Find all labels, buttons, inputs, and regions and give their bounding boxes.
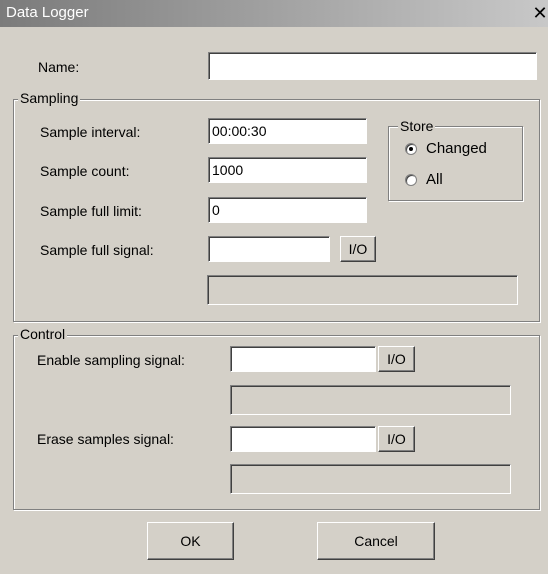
sample-full-limit-label: Sample full limit: bbox=[40, 203, 142, 219]
store-changed-label: Changed bbox=[426, 140, 487, 157]
store-all-radio[interactable] bbox=[405, 174, 417, 186]
erase-samples-signal-label: Erase samples signal: bbox=[37, 431, 174, 447]
name-input[interactable] bbox=[208, 52, 537, 80]
sample-full-signal-input[interactable] bbox=[208, 236, 330, 262]
erase-samples-signal-display bbox=[230, 464, 511, 494]
sample-count-input[interactable] bbox=[208, 157, 367, 183]
sample-full-signal-display bbox=[207, 275, 518, 305]
title-bar[interactable]: Data Logger ✕ bbox=[0, 0, 548, 27]
store-all-label: All bbox=[426, 171, 443, 188]
cancel-button[interactable]: Cancel bbox=[317, 522, 435, 560]
enable-sampling-signal-input[interactable] bbox=[230, 346, 376, 372]
window-title: Data Logger bbox=[6, 4, 89, 21]
sample-interval-label: Sample interval: bbox=[40, 124, 141, 140]
erase-samples-signal-io-button[interactable]: I/O bbox=[378, 426, 415, 452]
close-icon[interactable]: ✕ bbox=[532, 5, 548, 23]
enable-sampling-signal-io-button[interactable]: I/O bbox=[378, 346, 415, 372]
sampling-legend: Sampling bbox=[18, 90, 81, 106]
control-legend: Control bbox=[18, 326, 68, 342]
sample-count-label: Sample count: bbox=[40, 163, 130, 179]
sample-full-signal-io-button[interactable]: I/O bbox=[340, 236, 376, 262]
enable-sampling-signal-display bbox=[230, 385, 511, 415]
erase-samples-signal-input[interactable] bbox=[230, 426, 376, 452]
sample-full-limit-input[interactable] bbox=[208, 197, 367, 223]
sample-full-signal-label: Sample full signal: bbox=[40, 242, 154, 258]
store-changed-radio[interactable] bbox=[405, 143, 417, 155]
ok-button[interactable]: OK bbox=[147, 522, 234, 560]
store-group bbox=[388, 126, 523, 201]
name-label: Name: bbox=[38, 59, 80, 75]
sample-interval-input[interactable] bbox=[208, 118, 367, 144]
enable-sampling-signal-label: Enable sampling signal: bbox=[37, 352, 185, 368]
store-legend: Store bbox=[398, 118, 436, 134]
